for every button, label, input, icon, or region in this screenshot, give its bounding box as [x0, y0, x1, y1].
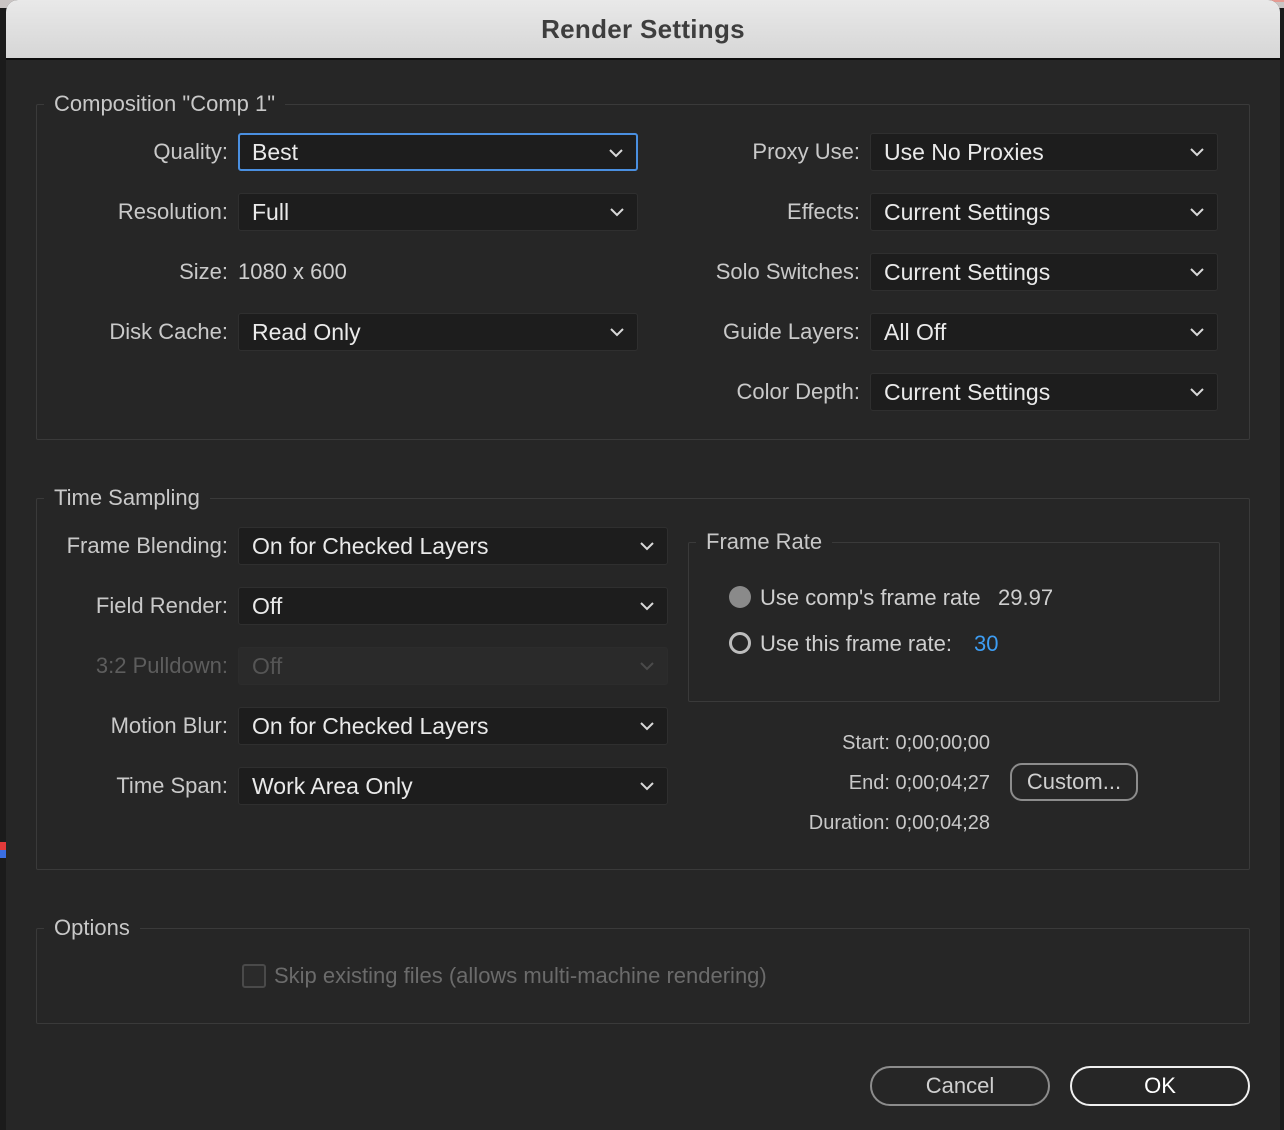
chevron-down-icon: [1187, 202, 1207, 222]
color-depth-dropdown[interactable]: Current Settings: [870, 373, 1218, 411]
time-span-value: Work Area Only: [252, 773, 413, 799]
pulldown-dropdown: Off: [238, 647, 668, 685]
use-comp-frame-rate-radio[interactable]: [729, 586, 751, 608]
disk-cache-value: Read Only: [252, 319, 361, 345]
duration-time: Duration: 0;00;04;28: [808, 812, 990, 834]
use-this-frame-rate-radio[interactable]: [729, 632, 751, 654]
solo-switches-label: Solo Switches:: [715, 259, 860, 284]
chevron-down-icon: [637, 776, 657, 796]
render-settings-dialog: Render Settings Composition "Comp 1" Qua…: [6, 0, 1280, 1130]
chevron-down-icon: [1187, 262, 1207, 282]
proxy-use-label: Proxy Use:: [752, 139, 860, 164]
chevron-down-icon: [637, 716, 657, 736]
size-label: Size:: [179, 259, 228, 284]
guide-layers-dropdown[interactable]: All Off: [870, 313, 1218, 351]
composition-legend: Composition "Comp 1": [44, 91, 286, 117]
time-span-dropdown[interactable]: Work Area Only: [238, 767, 668, 805]
time-sampling-legend: Time Sampling: [44, 485, 210, 511]
skip-existing-label: Skip existing files (allows multi-machin…: [274, 963, 767, 988]
resolution-value: Full: [252, 199, 290, 225]
frame-rate-panel: [688, 542, 1220, 702]
chevron-down-icon: [1187, 382, 1207, 402]
frame-blending-label: Frame Blending:: [66, 533, 228, 558]
solo-switches-value: Current Settings: [884, 259, 1051, 285]
field-render-dropdown[interactable]: Off: [238, 587, 668, 625]
skip-existing-checkbox: [242, 964, 266, 988]
pulldown-label: 3:2 Pulldown:: [95, 653, 228, 678]
resolution-dropdown[interactable]: Full: [238, 193, 638, 231]
frame-blending-value: On for Checked Layers: [252, 533, 489, 559]
frame-rate-value-field[interactable]: 30: [974, 629, 998, 659]
solo-switches-dropdown[interactable]: Current Settings: [870, 253, 1218, 291]
proxy-use-value: Use No Proxies: [884, 139, 1044, 165]
chevron-down-icon: [1187, 322, 1207, 342]
guide-layers-label: Guide Layers:: [723, 319, 860, 344]
disk-cache-dropdown[interactable]: Read Only: [238, 313, 638, 351]
guide-layers-value: All Off: [884, 319, 947, 345]
time-span-label: Time Span:: [116, 773, 228, 798]
use-comp-frame-rate-label[interactable]: Use comp's frame rate: [760, 583, 981, 613]
comp-frame-rate-value: 29.97: [998, 585, 1054, 610]
chevron-down-icon: [607, 202, 627, 222]
end-time: End: 0;00;04;27: [848, 772, 990, 794]
effects-value: Current Settings: [884, 199, 1051, 225]
frame-rate-legend: Frame Rate: [696, 529, 833, 555]
frame-blending-dropdown[interactable]: On for Checked Layers: [238, 527, 668, 565]
chevron-down-icon: [606, 143, 626, 163]
motion-blur-dropdown[interactable]: On for Checked Layers: [238, 707, 668, 745]
quality-value: Best: [252, 139, 299, 165]
field-render-label: Field Render:: [95, 593, 228, 618]
custom-button[interactable]: Custom...: [1010, 763, 1138, 801]
cancel-button[interactable]: Cancel: [870, 1066, 1050, 1106]
motion-blur-value: On for Checked Layers: [252, 713, 489, 739]
effects-dropdown[interactable]: Current Settings: [870, 193, 1218, 231]
options-legend: Options: [44, 915, 140, 941]
proxy-use-dropdown[interactable]: Use No Proxies: [870, 133, 1218, 171]
quality-dropdown[interactable]: Best: [238, 133, 638, 171]
start-time: Start: 0;00;00;00: [842, 732, 990, 754]
chevron-down-icon: [607, 322, 627, 342]
dialog-title: Render Settings: [541, 13, 745, 44]
ok-button[interactable]: OK: [1070, 1066, 1250, 1106]
quality-label: Quality:: [153, 139, 228, 164]
chevron-down-icon: [1187, 142, 1207, 162]
motion-blur-label: Motion Blur:: [110, 713, 228, 738]
effects-label: Effects:: [787, 199, 860, 224]
size-value: 1080 x 600: [238, 259, 347, 284]
resolution-label: Resolution:: [117, 199, 228, 224]
chevron-down-icon: [637, 656, 657, 676]
color-depth-value: Current Settings: [884, 379, 1051, 405]
chevron-down-icon: [637, 596, 657, 616]
field-render-value: Off: [252, 593, 283, 619]
use-this-frame-rate-label[interactable]: Use this frame rate:: [760, 629, 952, 659]
title-bar[interactable]: Render Settings: [6, 0, 1280, 60]
disk-cache-label: Disk Cache:: [109, 319, 228, 344]
pulldown-value: Off: [252, 653, 283, 679]
chevron-down-icon: [637, 536, 657, 556]
color-depth-label: Color Depth:: [736, 379, 860, 404]
